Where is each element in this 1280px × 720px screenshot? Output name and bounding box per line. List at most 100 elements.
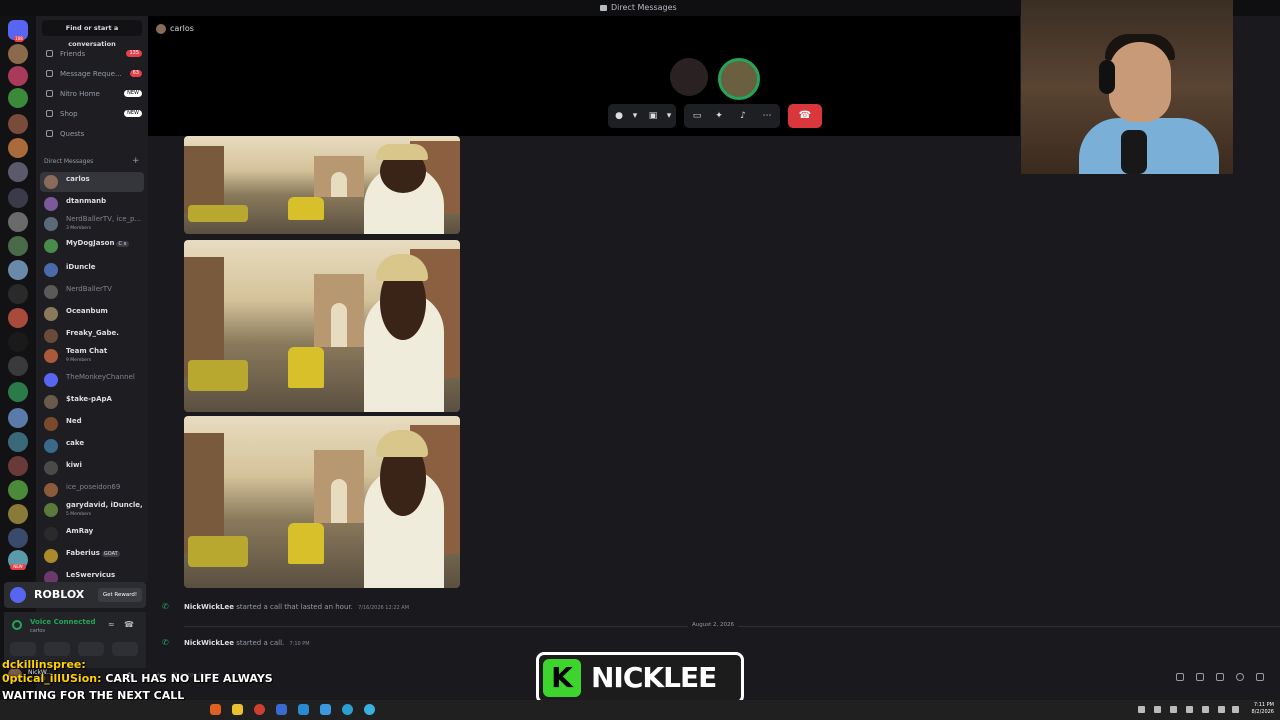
chat-line: dckillinspree:	[2, 658, 86, 671]
dm-members: 3 Members	[66, 226, 92, 231]
gif-icon[interactable]	[1196, 673, 1204, 681]
battery-icon[interactable]	[1232, 706, 1239, 713]
event-user[interactable]: NickWickLee	[184, 603, 234, 611]
server-icon[interactable]	[8, 188, 28, 208]
apps-icon[interactable]	[1256, 673, 1264, 681]
participant-avatar-speaking[interactable]	[718, 58, 760, 100]
dm-name-text: dtanmanb	[66, 197, 107, 205]
tray-icon[interactable]	[1170, 706, 1177, 713]
server-icon[interactable]	[8, 66, 28, 86]
activities-icon[interactable]: ✦	[714, 111, 724, 121]
chat-user: 0ptical_illUSion:	[2, 672, 102, 685]
dm-item[interactable]: NerdBallerTV, ice_p... 3 Members	[40, 214, 144, 234]
nav-nitro-home[interactable]: Nitro Home NEW	[42, 86, 146, 102]
noise-suppression-icon[interactable]: ≈	[108, 620, 118, 630]
server-icon[interactable]	[8, 114, 28, 134]
get-reward-button[interactable]: Get Reward!	[98, 588, 142, 602]
app-icon[interactable]	[320, 704, 331, 715]
volume-icon[interactable]	[1218, 706, 1225, 713]
tray-icon[interactable]	[1154, 706, 1161, 713]
app-icon[interactable]	[298, 704, 309, 715]
dm-item[interactable]: Faberius GOAT	[40, 546, 144, 566]
dm-item[interactable]: Ned	[40, 414, 144, 434]
server-icon[interactable]	[8, 308, 28, 328]
edge-icon[interactable]	[342, 704, 353, 715]
count-badge: 63	[129, 70, 142, 77]
app-icon[interactable]	[364, 704, 375, 715]
chrome-icon[interactable]	[254, 704, 265, 715]
chevron-down-icon[interactable]: ▾	[630, 111, 640, 121]
tray-chevron-icon[interactable]	[1138, 706, 1145, 713]
roblox-promo[interactable]: ROBLOX Get Reward!	[4, 582, 146, 608]
server-icon[interactable]	[8, 408, 28, 428]
image-attachment[interactable]	[184, 136, 460, 234]
nav-quests[interactable]: Quests	[42, 126, 146, 142]
dm-item[interactable]: Team Chat 9 Members	[40, 346, 144, 366]
dm-item[interactable]: iDuncle	[40, 260, 144, 280]
server-icon[interactable]	[8, 382, 28, 402]
participant-avatar[interactable]	[670, 58, 708, 96]
dm-item[interactable]: Oceanbum	[40, 304, 144, 324]
soundboard-button[interactable]	[112, 642, 138, 656]
clock[interactable]: 7:11 PM 8/2/2026	[1252, 702, 1274, 716]
server-icon[interactable]	[8, 44, 28, 64]
soundboard-icon[interactable]: ♪	[738, 111, 748, 121]
server-icon[interactable]	[8, 480, 28, 500]
image-attachment[interactable]	[184, 240, 460, 412]
server-icon[interactable]	[8, 236, 28, 256]
server-icon[interactable]	[8, 138, 28, 158]
mic-icon[interactable]: ●	[614, 111, 624, 121]
dm-item[interactable]: MyDogJason C x	[40, 236, 144, 256]
dm-item[interactable]: $take-pApA	[40, 392, 144, 412]
screen-share-icon[interactable]: ▭	[692, 111, 702, 121]
image-attachment[interactable]	[184, 416, 460, 588]
dm-item[interactable]: kiwi	[40, 458, 144, 478]
chevron-down-icon[interactable]: ▾	[664, 111, 674, 121]
camera-button[interactable]	[10, 642, 36, 656]
browser-icon[interactable]	[210, 704, 221, 715]
dm-item[interactable]: cake	[40, 436, 144, 456]
nav-shop[interactable]: Shop NEW	[42, 106, 146, 122]
server-icon[interactable]	[8, 88, 28, 108]
camera-off-icon[interactable]: ▣	[648, 111, 658, 121]
server-icon[interactable]	[8, 432, 28, 452]
server-icon[interactable]	[8, 260, 28, 280]
gift-icon[interactable]	[1176, 673, 1184, 681]
dm-item[interactable]: NerdBallerTV	[40, 282, 144, 302]
activity-button[interactable]	[78, 642, 104, 656]
dm-item[interactable]: Freaky_Gabe.	[40, 326, 144, 346]
search-button[interactable]: Find or start a conversation	[42, 20, 142, 48]
server-icon[interactable]	[8, 504, 28, 524]
nav-message-requests[interactable]: Message Reque... 63	[42, 66, 146, 82]
dm-item[interactable]: dtanmanb	[40, 194, 144, 214]
sticker-icon[interactable]	[1216, 673, 1224, 681]
dm-item[interactable]: TheMonkeyChannel	[40, 370, 144, 390]
call-actions[interactable]: ▭ ✦ ♪ ⋯	[684, 104, 780, 128]
server-icon[interactable]	[8, 456, 28, 476]
server-icon[interactable]	[8, 332, 28, 352]
dm-item[interactable]: carlos	[40, 172, 144, 192]
server-icon[interactable]	[8, 284, 28, 304]
folder-icon[interactable]	[232, 704, 243, 715]
disconnect-icon[interactable]: ☎	[124, 620, 134, 630]
tray-icon[interactable]	[1186, 706, 1193, 713]
server-icon[interactable]	[8, 162, 28, 182]
add-dm-icon[interactable]: +	[132, 156, 140, 166]
server-icon[interactable]	[8, 212, 28, 232]
voice-status[interactable]: Voice Connected	[30, 618, 96, 626]
screen-share-button[interactable]	[44, 642, 70, 656]
home-badge: 188	[14, 36, 24, 42]
dm-item[interactable]: ice_poseidon69	[40, 480, 144, 500]
nav-friends[interactable]: Friends 135	[42, 46, 146, 62]
mic-controls[interactable]: ● ▾ ▣ ▾	[608, 104, 676, 128]
event-user[interactable]: NickWickLee	[184, 639, 234, 647]
more-icon[interactable]: ⋯	[762, 111, 772, 121]
server-icon[interactable]	[8, 356, 28, 376]
server-icon[interactable]	[8, 528, 28, 548]
hang-up-button[interactable]: ☎	[788, 104, 822, 128]
dm-item[interactable]: garydavid, iDuncle, ... 5 Members	[40, 500, 144, 520]
dm-item[interactable]: AmRay	[40, 524, 144, 544]
wifi-icon[interactable]	[1202, 706, 1209, 713]
emoji-icon[interactable]	[1236, 673, 1244, 681]
app-icon[interactable]	[276, 704, 287, 715]
